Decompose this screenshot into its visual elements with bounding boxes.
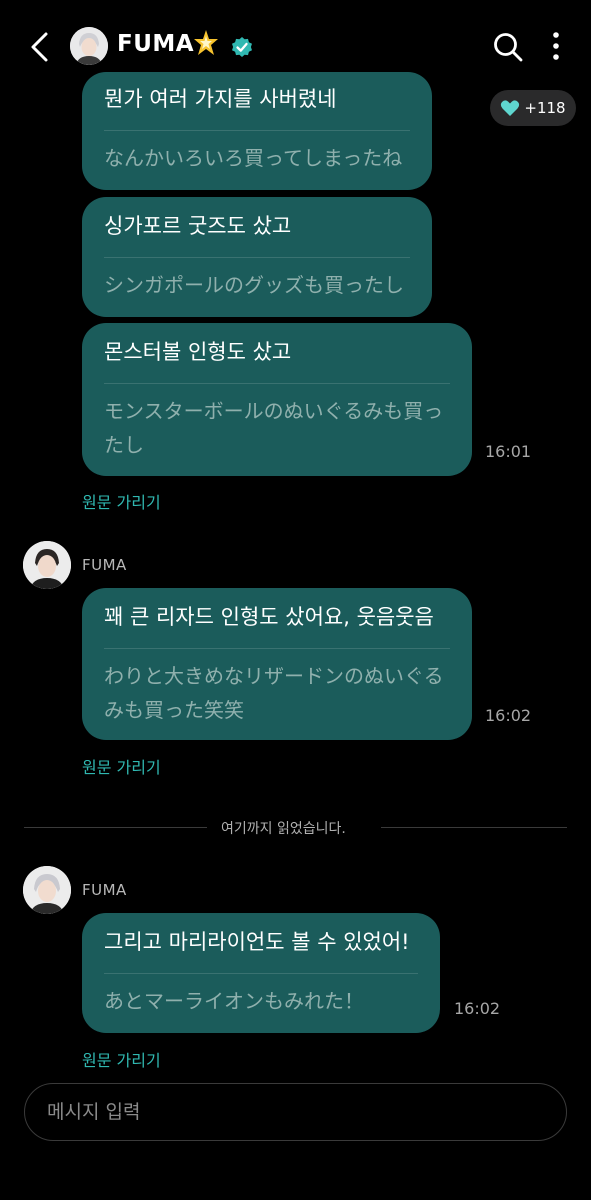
- translated-text: あとマーライオンもみれた！: [104, 989, 364, 1013]
- bubble-divider: [104, 648, 450, 649]
- read-divider-line: [381, 827, 567, 828]
- translated-text-line: みも買った笑笑: [104, 698, 244, 722]
- sender-avatar[interactable]: [23, 866, 71, 914]
- translated-text-line: わりと大きめなリザードンのぬいぐる: [104, 664, 444, 688]
- hide-original-link[interactable]: 원문 가리기: [82, 489, 161, 513]
- likes-badge[interactable]: +118: [490, 90, 576, 126]
- message-time: 16:02: [485, 706, 532, 725]
- more-options-icon[interactable]: [546, 29, 566, 63]
- message-bubble[interactable]: 뭔가 여러 가지를 사버렸네 なんかいろいろ買ってしまったね: [82, 72, 432, 190]
- message-time: 16:02: [454, 999, 501, 1018]
- bubble-divider: [104, 257, 410, 258]
- sender-name: FUMA: [82, 881, 127, 899]
- message-input[interactable]: [24, 1083, 567, 1141]
- bubble-divider: [104, 130, 410, 131]
- read-divider-text: 여기까지 읽었습니다.: [221, 821, 346, 837]
- sender-avatar[interactable]: [23, 541, 71, 589]
- translated-text-line: たし: [104, 433, 144, 457]
- translated-text-line: モンスターボールのぬいぐるみも買っ: [104, 399, 444, 423]
- hide-original-link[interactable]: 원문 가리기: [82, 1047, 161, 1071]
- original-text: 꽤 큰 리자드 인형도 샀어요, 웃음웃음: [104, 605, 434, 629]
- sender-name: FUMA: [82, 556, 127, 574]
- message-time: 16:01: [485, 442, 532, 461]
- back-arrow-icon[interactable]: [26, 30, 54, 64]
- star-badge-icon: [194, 30, 218, 55]
- original-text: 그리고 마리라이언도 볼 수 있었어!: [104, 930, 410, 954]
- original-text: 몬스터볼 인형도 샀고: [104, 340, 292, 364]
- original-text: 뭔가 여러 가지를 사버렸네: [104, 87, 337, 111]
- verified-badge-icon: [232, 37, 252, 57]
- original-text: 싱가포르 굿즈도 샀고: [104, 214, 292, 238]
- message-bubble[interactable]: 그리고 마리라이언도 볼 수 있었어! あとマーライオンもみれた！: [82, 913, 440, 1033]
- likes-count: +118: [524, 99, 566, 117]
- artist-avatar[interactable]: [70, 27, 108, 65]
- search-icon[interactable]: [492, 31, 524, 63]
- bubble-divider: [104, 973, 418, 974]
- artist-name: FUMA: [117, 31, 195, 57]
- read-divider-line: [24, 827, 207, 828]
- bubble-divider: [104, 383, 450, 384]
- translated-text: シンガポールのグッズも買ったし: [104, 273, 404, 297]
- message-bubble[interactable]: 싱가포르 굿즈도 샀고 シンガポールのグッズも買ったし: [82, 197, 432, 317]
- message-bubble[interactable]: 꽤 큰 리자드 인형도 샀어요, 웃음웃음 わりと大きめなリザードンのぬいぐる …: [82, 588, 472, 740]
- translated-text: なんかいろいろ買ってしまったね: [104, 146, 403, 170]
- message-bubble[interactable]: 몬스터볼 인형도 샀고 モンスターボールのぬいぐるみも買っ たし: [82, 323, 472, 476]
- heart-icon: [501, 100, 520, 116]
- hide-original-link[interactable]: 원문 가리기: [82, 754, 161, 778]
